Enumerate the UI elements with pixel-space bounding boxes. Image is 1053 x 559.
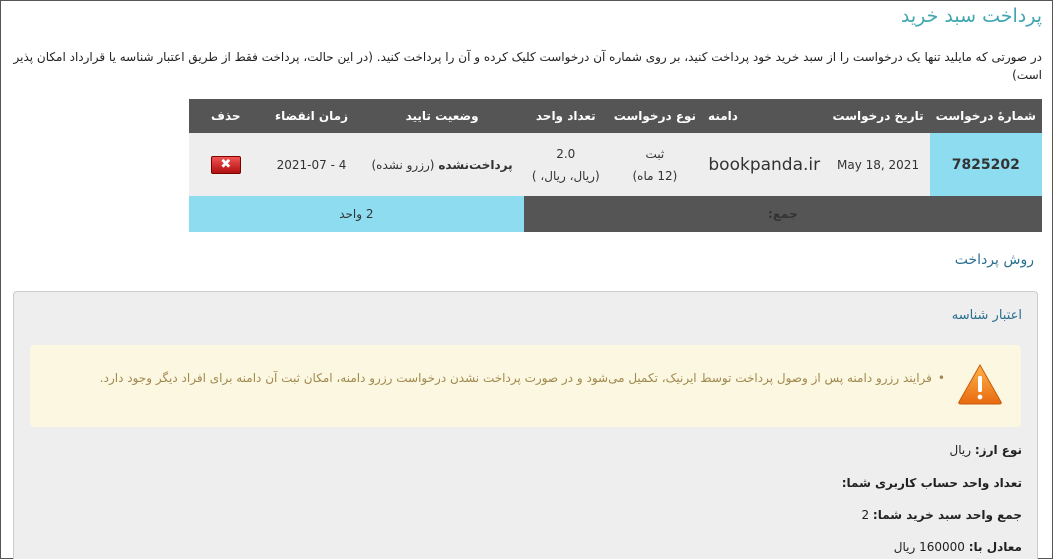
cart-units-label: جمع واحد سبد خرید شما: [872, 508, 1022, 522]
account-units-label: تعداد واحد حساب کاربری شما: [841, 476, 1022, 490]
account-units-line: تعداد واحد حساب کاربری شما: [842, 476, 1022, 490]
cart-units-line: جمع واحد سبد خرید شما: 2 [861, 508, 1022, 522]
delete-cell: ✖ [189, 133, 263, 196]
expiry-date: 4 - 2021-07 [262, 133, 361, 196]
total-value: 2 واحد [189, 196, 524, 232]
equivalent-value: 160000 ریال [893, 540, 965, 554]
col-request-date: تاریخ درخواست [826, 99, 930, 133]
alert-text: فرایند رزرو دامنه پس از وصول پرداخت توسط… [45, 370, 945, 387]
unit-count: 2.0 [556, 146, 576, 161]
cart-table: شمارهٔ درخواست تاریخ درخواست دامنه نوع د… [189, 99, 1042, 232]
status-note: (رزرو نشده) [371, 157, 435, 172]
payment-method-heading: روش پرداخت [954, 252, 1034, 268]
currency-label: نوع ارز: [974, 443, 1022, 457]
equivalent-label: معادل با: [968, 540, 1022, 554]
col-domain: دامنه [702, 99, 827, 133]
domain-name: bookpanda.ir [702, 133, 827, 196]
warning-icon [958, 363, 1002, 405]
request-type: ثبت [645, 146, 665, 161]
warning-alert: فرایند رزرو دامنه پس از وصول پرداخت توسط… [30, 345, 1021, 427]
currency-line: نوع ارز: ریال [950, 443, 1022, 457]
col-delete: حذف [189, 99, 263, 133]
intro-text: در صورتی که مایلید تنها یک درخواست را از… [13, 50, 1042, 82]
total-label: جمع: [523, 196, 1042, 232]
col-status: وضعیت تایید [360, 99, 524, 133]
status-cell: پرداخت‌نشده (رزرو نشده) [360, 133, 524, 196]
request-period: (12 ماه) [632, 168, 678, 183]
table-row: 7825202 May 18, 2021 bookpanda.ir ثبت (1… [189, 133, 1042, 196]
col-expiry: زمان انقضاء [262, 99, 361, 133]
request-id-link[interactable]: 7825202 [929, 133, 1042, 196]
page-title: پرداخت سبد خرید [900, 5, 1042, 27]
col-unit-count: تعداد واحد [523, 99, 608, 133]
col-request-type: نوع درخواست [607, 99, 703, 133]
panel-title[interactable]: اعتبار شناسه [952, 308, 1022, 323]
equivalent-line: معادل با: 160000 ریال [894, 540, 1022, 554]
unit-count-cell: 2.0 (ریال، ریال، ) [523, 133, 608, 196]
status-badge: پرداخت‌نشده [438, 157, 513, 172]
request-date: May 18, 2021 [826, 133, 930, 196]
cart-header-row: شمارهٔ درخواست تاریخ درخواست دامنه نوع د… [189, 99, 1042, 133]
col-request-id: شمارهٔ درخواست [929, 99, 1042, 133]
request-type-cell: ثبت (12 ماه) [607, 133, 703, 196]
unit-currency: (ریال، ریال، ) [531, 168, 600, 183]
cart-units-value: 2 [861, 508, 870, 522]
delete-button[interactable]: ✖ [210, 155, 241, 174]
payment-panel: اعتبار شناسه فرایند رزرو دامنه پس از وصو… [13, 291, 1038, 559]
total-row: جمع: 2 واحد [189, 196, 1042, 232]
currency-value: ریال [949, 443, 972, 457]
